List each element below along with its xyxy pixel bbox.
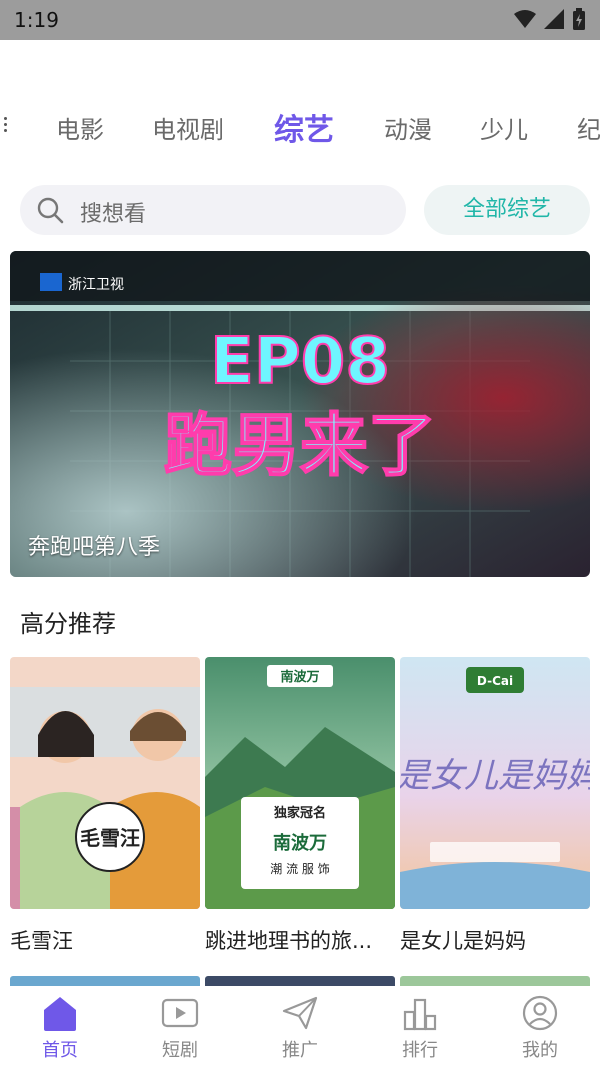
- category-tabs: 电影 电视剧 综艺 动漫 少儿 纪: [0, 104, 600, 154]
- play-icon: [161, 998, 199, 1028]
- next-row-poster: [400, 976, 590, 986]
- poster-title-art: 是女儿是妈妈: [400, 756, 590, 796]
- bottom-navigation: 首页 短剧 推广 排行 我的: [0, 986, 600, 1066]
- search-input[interactable]: 搜想看: [20, 185, 406, 235]
- status-bar: 1:19: [0, 0, 600, 40]
- poster-logo: 毛雪汪: [80, 826, 140, 850]
- tab-variety[interactable]: 综艺: [274, 105, 334, 149]
- poster-tagline: 潮 流 服 饰: [270, 861, 329, 876]
- nav-short-drama-label: 短剧: [162, 1040, 198, 1061]
- status-icons: [514, 8, 586, 30]
- section-title: 高分推荐: [20, 610, 116, 638]
- poster-sponsor-label: 独家冠名: [274, 805, 326, 821]
- nav-profile[interactable]: 我的: [500, 994, 580, 1062]
- show-title: 跳进地理书的旅...: [205, 929, 373, 953]
- show-poster: 南波万 独家冠名 南波万 潮 流 服 饰: [205, 657, 395, 909]
- tab-tv-series[interactable]: 电视剧: [152, 110, 224, 145]
- show-poster: 毛雪汪: [10, 657, 200, 909]
- banner-episode: EP08: [210, 325, 390, 399]
- show-card[interactable]: 南波万 独家冠名 南波万 潮 流 服 饰 跳进地理书的旅...: [205, 657, 395, 953]
- chart-icon: [403, 998, 437, 1031]
- hero-banner[interactable]: EP08 跑男来了 浙江卫视 奔跑吧第八季: [10, 251, 590, 577]
- tab-kids[interactable]: 少儿: [480, 110, 528, 145]
- svg-text:南波万: 南波万: [273, 832, 327, 854]
- show-card[interactable]: D-Cai 是女儿是妈妈 是女儿是妈妈: [400, 657, 590, 953]
- more-tabs-icon[interactable]: [4, 114, 10, 138]
- show-title: 毛雪汪: [10, 929, 73, 953]
- banner-caption: 奔跑吧第八季: [28, 535, 161, 560]
- next-row-poster: [10, 976, 200, 986]
- tab-movie[interactable]: 电影: [56, 110, 104, 145]
- nav-ranking[interactable]: 排行: [380, 994, 460, 1062]
- battery-icon: [573, 8, 585, 30]
- status-time: 1:19: [14, 8, 59, 32]
- search-icon: [37, 197, 64, 224]
- signal-icon: [544, 9, 564, 29]
- nav-home-label: 首页: [42, 1040, 78, 1061]
- nav-promotion-label: 推广: [282, 1040, 318, 1061]
- show-poster: D-Cai 是女儿是妈妈: [400, 657, 590, 909]
- poster-logo: 南波万: [280, 669, 319, 685]
- wifi-icon: [514, 10, 536, 28]
- all-variety-button[interactable]: 全部综艺: [424, 185, 590, 235]
- show-card[interactable]: 毛雪汪 毛雪汪: [10, 657, 200, 953]
- nav-short-drama[interactable]: 短剧: [140, 994, 220, 1062]
- show-title: 是女儿是妈妈: [400, 929, 526, 953]
- next-row-poster: [205, 976, 395, 986]
- nav-ranking-label: 排行: [402, 1040, 438, 1061]
- tab-documentary[interactable]: 纪: [577, 110, 600, 145]
- banner-headline: 跑男来了: [164, 407, 436, 486]
- tab-anime[interactable]: 动漫: [384, 110, 432, 145]
- user-icon: [522, 995, 558, 1031]
- nav-profile-label: 我的: [522, 1040, 558, 1061]
- poster-logo: D-Cai: [477, 674, 513, 688]
- send-icon: [282, 996, 318, 1030]
- nav-promotion[interactable]: 推广: [260, 994, 340, 1062]
- search-placeholder: 搜想看: [80, 202, 147, 227]
- nav-home[interactable]: 首页: [20, 994, 100, 1062]
- home-icon: [44, 997, 76, 1031]
- channel-logo: 浙江卫视: [68, 277, 124, 293]
